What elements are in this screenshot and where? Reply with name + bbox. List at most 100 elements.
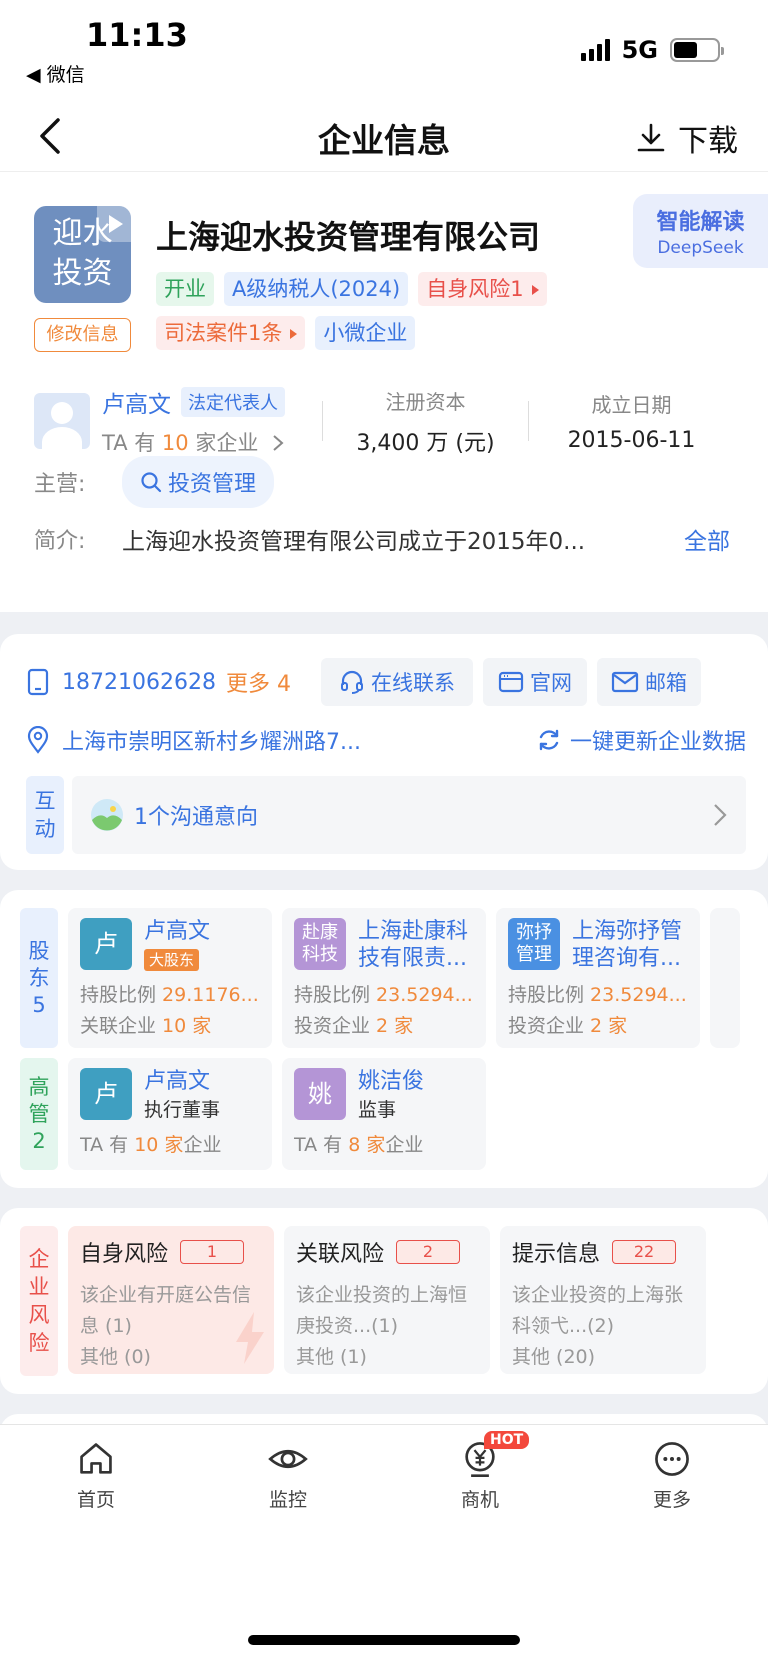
tab-label: 更多: [652, 1489, 691, 1511]
avatar: 卢: [80, 918, 132, 970]
executive-info[interactable]: 姚洁俊 监事: [358, 1068, 424, 1124]
company-tag[interactable]: 司法案件1条: [156, 316, 306, 350]
executive-companies: TA 有 8 家企业: [294, 1134, 424, 1156]
related-companies-count: 2 家: [376, 1015, 414, 1037]
shareholder-name[interactable]: 上海弥抒管理咨询有...: [572, 918, 688, 972]
home-indicator: [248, 1635, 520, 1645]
shareholder-name-text: 上海弥抒管理咨询有...: [572, 919, 683, 971]
capital-value: 3,400 万 (元): [356, 430, 495, 456]
bottom-tab-bar: 首页 监控 HOT 商机 更多: [0, 1424, 768, 1663]
executive-card[interactable]: 卢卢高文 执行董事 TA 有 10 家企业: [68, 1058, 272, 1170]
shareholder-card[interactable]: 弥抒 管理 上海弥抒管理咨询有... 持股比例 23.5294... 投资企业 2 家: [496, 908, 700, 1048]
shareholders-label[interactable]: 股东5: [20, 908, 58, 1048]
related-companies: 关联企业 10 家: [80, 1015, 212, 1037]
communication-intent-text: 1个沟通意向: [134, 805, 258, 830]
phone-number[interactable]: 18721062628: [62, 670, 216, 695]
major-shareholder-badge: 大股东: [144, 949, 200, 971]
company-tag[interactable]: 自身风险1: [418, 272, 547, 306]
email-button[interactable]: 邮箱: [596, 658, 701, 706]
executive-info[interactable]: 卢高文 执行董事: [144, 1068, 220, 1124]
shareholder-name-text: 上海赴康科技有限责...: [358, 919, 469, 971]
update-data-button[interactable]: 一键更新企业数据: [536, 724, 746, 756]
intro-all-link[interactable]: 全部: [684, 522, 730, 556]
ai-title: 智能解读: [656, 210, 745, 235]
tab-yuan[interactable]: HOT 商机: [384, 1425, 576, 1545]
download-label: 下载: [678, 124, 738, 159]
back-to-wechat[interactable]: ◀ 微信: [26, 60, 85, 87]
risk-other: 其他 (1): [296, 1346, 367, 1368]
shareholders-row: 股东5 卢卢高文 大股东 持股比例 29.1176... 关联企业 10 家赴康 科技上…: [20, 908, 768, 1048]
shareholder-name[interactable]: 卢高文 大股东: [144, 918, 210, 972]
legal-person-role: 法定代表人: [181, 387, 285, 417]
tab-home[interactable]: 首页: [0, 1425, 192, 1545]
lp-pre: TA 有: [102, 431, 162, 455]
risk-item-card[interactable]: 自身风险 1 该企业有开庭公告信息 (1) 其他 (0): [68, 1226, 274, 1374]
company-logo[interactable]: 迎水 投资: [34, 206, 131, 303]
intro-text: 上海迎水投资管理有限公司成立于2015年0...: [122, 529, 586, 555]
share-ratio-value: 23.5294...: [376, 984, 473, 1006]
shareholder-card[interactable]: 赴康 科技 上海赴康科技有限责... 持股比例 23.5294... 投资企业 2 家: [282, 908, 486, 1048]
risk-title-row: 关联风险 2: [296, 1236, 478, 1268]
chevron-right-icon: [714, 804, 727, 826]
executive-card[interactable]: 姚姚洁俊 监事 TA 有 8 家企业: [282, 1058, 486, 1170]
shareholder-card-partial[interactable]: [710, 908, 740, 1048]
shareholder-card[interactable]: 卢卢高文 大股东持股比例 29.1176... 关联企业 10 家: [68, 908, 272, 1048]
executive-companies-count: 8 家: [348, 1134, 386, 1156]
address-text[interactable]: 上海市崇明区新村乡耀洲路7...: [62, 724, 407, 756]
battery-icon: [670, 38, 724, 62]
executives-label[interactable]: 高管2: [20, 1058, 58, 1170]
founded-label: 成立日期: [591, 393, 672, 417]
avatar[interactable]: [34, 393, 90, 449]
tab-label: 监控: [268, 1489, 307, 1511]
risk-item-card[interactable]: 关联风险 2 该企业投资的上海恒庚投资...(1) 其他 (1): [284, 1226, 490, 1374]
online-contact-button[interactable]: 在线联系: [320, 658, 473, 706]
website-button[interactable]: 官网: [482, 658, 587, 706]
edit-info-button[interactable]: 修改信息: [34, 318, 131, 352]
online-contact-label: 在线联系: [370, 671, 455, 695]
risk-card: 企业风险 自身风险 1 该企业有开庭公告信息 (1) 其他 (0) 关联风险 2 该企业投资…: [0, 1208, 768, 1394]
play-icon: [97, 206, 131, 242]
avatar: 卢: [80, 1068, 132, 1120]
ai-interpret-button[interactable]: 智能解读 DeepSeek: [633, 194, 768, 268]
company-tag: A级纳税人(2024): [224, 272, 409, 306]
more-icon: [655, 1442, 689, 1476]
risk-item-card[interactable]: 提示信息 22 该企业投资的上海张科领弋...(2) 其他 (20): [500, 1226, 706, 1374]
related-companies: 投资企业 2 家: [508, 1015, 628, 1037]
registered-capital: 注册资本 3,400 万 (元): [323, 386, 528, 457]
executive-name: 姚洁俊: [358, 1069, 425, 1094]
executive-role: 监事: [358, 1099, 397, 1121]
founded-date: 成立日期 2015-06-11: [529, 389, 734, 453]
more-phones[interactable]: 更多 4: [226, 666, 291, 698]
avatar: 弥抒 管理: [508, 918, 560, 970]
share-ratio: 持股比例 23.5294...: [294, 984, 473, 1006]
tab-eye[interactable]: 监控: [192, 1425, 384, 1545]
header-area: 11:13 ◀ 微信 5G 企业信息 下载 迎水 投资 修改信息 上海迎水投资管理…: [0, 0, 768, 612]
download-button[interactable]: 下载: [634, 116, 738, 160]
company-card: 迎水 投资 修改信息 上海迎水投资管理有限公司 智能解读 DeepSeek 开业 A…: [0, 172, 768, 612]
risk-label[interactable]: 企业风险: [20, 1226, 58, 1376]
lp-count: 10: [161, 431, 189, 455]
executive-companies: TA 有 10 家企业: [80, 1134, 222, 1156]
interaction-row: 互动 1个沟通意向: [26, 776, 746, 854]
headset-icon: [340, 670, 363, 694]
communication-intent-item[interactable]: 1个沟通意向: [72, 776, 746, 854]
share-ratio: 持股比例 29.1176...: [80, 984, 259, 1006]
risk-title: 提示信息: [512, 1242, 601, 1267]
risk-title: 自身风险: [80, 1242, 169, 1267]
company-tags: 开业 A级纳税人(2024) 自身风险1 司法案件1条 小微企业: [156, 272, 606, 350]
email-label: 邮箱: [644, 671, 687, 695]
download-icon: [637, 123, 665, 152]
legal-person[interactable]: 卢高文 法定代表人 TA 有 10 家企业: [102, 385, 322, 457]
risk-description: 该企业投资的上海恒庚投资...(1) 其他 (1): [296, 1280, 478, 1373]
shareholder-name[interactable]: 上海赴康科技有限责...: [358, 918, 474, 972]
location-pin-icon: [27, 726, 49, 754]
mail-icon: [611, 671, 639, 693]
tab-label: 首页: [76, 1489, 115, 1511]
contact-card: 18721062628 更多 4 在线联系 官网 邮箱 上海市崇明区新村乡耀洲路…: [0, 634, 768, 870]
legal-person-companies[interactable]: TA 有 10 家企业: [102, 427, 322, 457]
search-icon: [141, 472, 162, 493]
legal-person-name[interactable]: 卢高文: [102, 385, 171, 419]
tab-more[interactable]: 更多: [576, 1425, 768, 1545]
risk-description: 该企业投资的上海张科领弋...(2) 其他 (20): [512, 1280, 694, 1373]
main-business-chip[interactable]: 投资管理: [122, 456, 275, 508]
